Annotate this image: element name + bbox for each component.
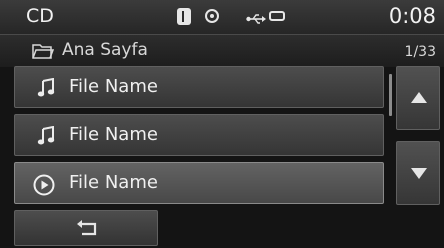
- scroll-indicator: [389, 74, 392, 116]
- back-button[interactable]: [14, 210, 158, 246]
- arrow-up-icon: [411, 92, 427, 103]
- folder-icon: [32, 43, 55, 63]
- usb-icon: [246, 10, 266, 29]
- breadcrumb: Ana Sayfa 1/33: [0, 34, 444, 67]
- clock: 0:08: [388, 4, 436, 28]
- disc-icon: [205, 9, 219, 23]
- file-name-label: File Name: [69, 124, 158, 145]
- music-note-icon: [37, 125, 55, 150]
- scroll-down-button[interactable]: [396, 141, 440, 205]
- plug-icon: [269, 11, 285, 21]
- track-count: 1/33: [404, 44, 436, 60]
- play-circle-icon: [33, 174, 55, 200]
- list-item[interactable]: File Name: [14, 114, 384, 156]
- list-item[interactable]: File Name: [14, 162, 384, 204]
- return-arrow-icon: [76, 220, 98, 242]
- source-mode-label: CD: [26, 5, 54, 27]
- status-bar: CD 0:08: [0, 0, 444, 34]
- music-note-icon: [37, 77, 55, 102]
- bluetooth-icon: [177, 8, 191, 25]
- list-item[interactable]: File Name: [14, 66, 384, 108]
- media-player-screen: CD 0:08 Ana Sayfa 1/33 File Name File Na…: [0, 0, 444, 248]
- scroll-up-button[interactable]: [396, 66, 440, 130]
- file-name-label: File Name: [69, 172, 158, 193]
- file-list: File Name File Name File Name: [14, 66, 386, 206]
- file-name-label: File Name: [69, 76, 158, 97]
- folder-name: Ana Sayfa: [62, 40, 148, 60]
- arrow-down-icon: [411, 168, 427, 179]
